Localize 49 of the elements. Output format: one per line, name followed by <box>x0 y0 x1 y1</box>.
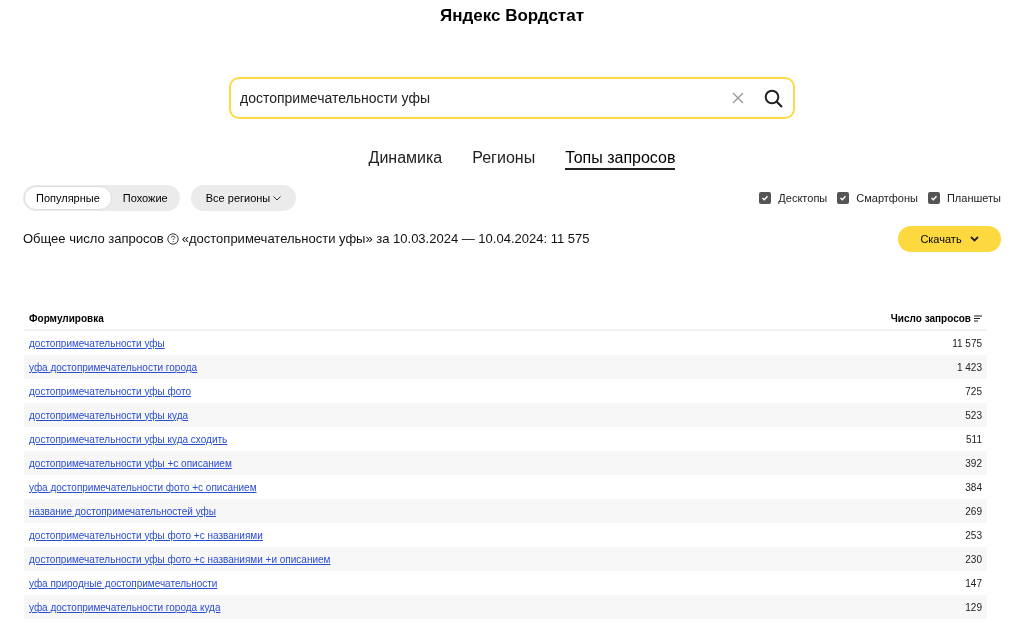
query-link[interactable]: уфа достопримечательности города куда <box>29 599 221 615</box>
count-cell-text: 269 <box>965 504 982 519</box>
summary-text: «достопримечательности уфы» за 10.03.2024 — 10.04.2024: 11 575 <box>181 230 590 249</box>
query-link[interactable]: достопримечательности уфы фото +с названиями +и описанием <box>29 551 331 567</box>
caret-icon <box>969 236 979 242</box>
count-cell-text: 511 <box>966 432 982 447</box>
count-cell-text: 11 575 <box>952 336 982 351</box>
count-cell-text: 129 <box>965 600 982 615</box>
region-dropdown[interactable]: Все регионы <box>190 185 297 211</box>
caret-icon <box>273 195 282 201</box>
check-icon <box>929 194 938 202</box>
count-cell-text: 253 <box>965 528 982 543</box>
check-icon <box>761 194 770 202</box>
query-link[interactable]: уфа природные достопримечательности <box>29 575 218 591</box>
device-checkbox[interactable]: Десктопы <box>759 189 828 207</box>
query-link[interactable]: достопримечательности уфы фото <box>29 383 192 399</box>
count-cell-text: 1 423 <box>956 360 982 375</box>
mode-tab[interactable]: Популярные <box>24 186 112 210</box>
query-link[interactable]: название достопримечательностей уфы <box>29 503 216 519</box>
search-icon[interactable] <box>764 88 783 108</box>
count-cell-text: 147 <box>965 576 982 591</box>
tab[interactable]: Топы запросов <box>565 148 676 170</box>
count-cell-text: 384 <box>965 480 982 495</box>
download-button[interactable]: Скачать <box>898 226 1001 252</box>
query-link[interactable]: достопримечательности уфы куда <box>29 407 189 423</box>
mode-tab[interactable]: Похожие <box>111 186 179 210</box>
query-link[interactable]: достопримечательности уфы фото +с названиями <box>29 527 263 543</box>
count-cell-text: 523 <box>965 408 982 423</box>
check-icon <box>839 194 848 202</box>
summary-label: Общее число запросов <box>23 230 164 249</box>
query-link[interactable]: уфа достопримечательности фото +с описанием <box>29 479 257 495</box>
count-cell-text: 230 <box>965 552 982 567</box>
sort-icon <box>974 314 982 322</box>
query-link[interactable]: достопримечательности уфы +с описанием <box>29 455 232 471</box>
page-title: Яндекс Вордстат <box>439 5 585 27</box>
search-field[interactable]: достопримечательности уфы <box>229 77 795 119</box>
count-cell-text: 725 <box>965 384 982 399</box>
tab[interactable]: Динамика <box>368 148 443 170</box>
column-header[interactable]: Формулировка <box>29 310 891 326</box>
column-header[interactable]: Число запросов <box>890 310 982 326</box>
count-cell-text: 392 <box>965 456 982 471</box>
query-link[interactable]: достопримечательности уфы <box>29 335 165 351</box>
device-checkbox[interactable]: Смартфоны <box>837 189 918 207</box>
device-checkbox[interactable]: Планшеты <box>927 189 1001 207</box>
help-icon[interactable] <box>166 233 179 245</box>
query-link[interactable]: уфа достопримечательности города <box>29 359 198 375</box>
query-link[interactable]: достопримечательности уфы куда сходить <box>29 431 228 447</box>
clear-icon[interactable] <box>732 92 744 104</box>
tab[interactable]: Регионы <box>472 148 536 170</box>
